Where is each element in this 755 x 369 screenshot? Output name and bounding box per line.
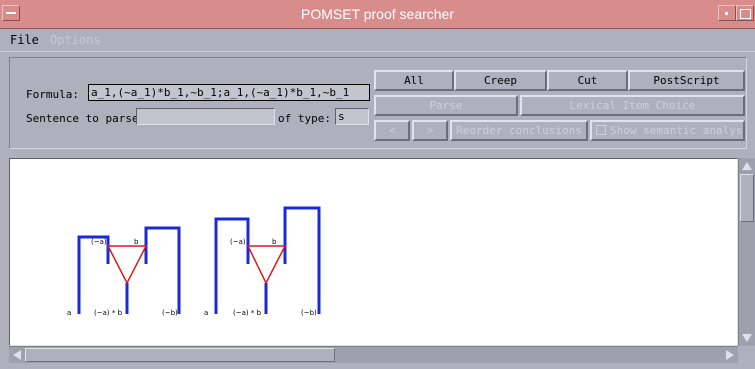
label-a: a — [67, 309, 71, 317]
horizontal-scroll-thumb[interactable] — [25, 348, 335, 362]
menu-bar: File Options — [0, 29, 755, 52]
all-button[interactable]: All — [374, 70, 454, 91]
previous-button[interactable]: < — [374, 120, 410, 141]
app-window: POMSET proof searcher File Options Formu… — [0, 0, 755, 369]
label-neg-b: (~b) — [162, 309, 178, 317]
minimize-button[interactable] — [718, 5, 736, 21]
axiom-link-a — [214, 217, 250, 314]
maximize-button[interactable] — [736, 5, 754, 21]
vertical-scrollbar[interactable] — [738, 158, 755, 346]
formula-input[interactable]: a_1,(~a_1)*b_1,~b_1;a_1,(~a_1)*b_1,~b_1 — [88, 84, 370, 101]
label-neg-b: (~b) — [301, 309, 317, 317]
vertical-scroll-thumb[interactable] — [740, 174, 754, 222]
label-neg-a: (~a) — [91, 238, 107, 246]
type-input[interactable]: s — [335, 108, 369, 125]
lexical-item-choice-button[interactable]: Lexical Item Choice — [520, 95, 745, 116]
proof-net-canvas[interactable]: a (~a) b (~a) * b (~b) a (~a) b (~a) * b… — [9, 158, 738, 346]
show-semantic-analysis-toggle[interactable]: Show semantic analysis — [590, 120, 745, 141]
proof-net-2: a (~a) b (~a) * b (~b) — [204, 206, 321, 317]
reorder-conclusions-button[interactable]: Reorder conclusions — [450, 120, 588, 141]
proof-net-drawing: a (~a) b (~a) * b (~b) a (~a) b (~a) * b… — [67, 206, 321, 317]
parse-button[interactable]: Parse — [374, 95, 518, 116]
scroll-down-icon[interactable] — [742, 334, 752, 342]
label-a: a — [204, 309, 208, 317]
cut-button[interactable]: Cut — [547, 70, 628, 91]
scroll-up-icon[interactable] — [742, 162, 752, 170]
tensor-link — [246, 245, 287, 285]
menu-file[interactable]: File — [10, 33, 39, 47]
title-bar[interactable]: POMSET proof searcher — [0, 0, 755, 29]
sentence-input[interactable] — [136, 108, 275, 125]
label-neg-a-times-b: (~a) * b — [233, 309, 262, 317]
control-panel: Formula: a_1,(~a_1)*b_1,~b_1;a_1,(~a_1)*… — [9, 57, 747, 149]
menu-options[interactable]: Options — [50, 33, 101, 47]
axiom-link-b — [283, 206, 321, 314]
postscript-button[interactable]: PostScript — [628, 70, 745, 91]
tensor-link — [106, 245, 148, 285]
label-b: b — [134, 238, 139, 246]
axiom-link-b — [144, 226, 181, 314]
show-semantic-analysis-label: Show semantic analysis — [610, 124, 745, 137]
type-label: of type: — [278, 112, 331, 125]
formula-label: Formula: — [26, 88, 79, 101]
scroll-right-icon[interactable] — [726, 350, 734, 360]
maximize-icon — [740, 9, 751, 19]
scroll-left-icon[interactable] — [13, 350, 21, 360]
sentence-label: Sentence to parse: — [26, 112, 146, 125]
label-neg-a-times-b: (~a) * b — [94, 309, 123, 317]
label-b: b — [272, 238, 277, 246]
proof-net-1: a (~a) b (~a) * b (~b) — [67, 226, 181, 317]
axiom-link-a — [77, 235, 110, 314]
creep-button[interactable]: Creep — [454, 70, 547, 91]
next-button[interactable]: > — [412, 120, 448, 141]
minimize-icon — [725, 12, 728, 15]
window-title: POMSET proof searcher — [300, 6, 455, 22]
horizontal-scrollbar[interactable] — [9, 346, 738, 363]
semantic-analysis-checkbox[interactable] — [596, 125, 606, 135]
label-neg-a: (~a) — [230, 238, 246, 246]
